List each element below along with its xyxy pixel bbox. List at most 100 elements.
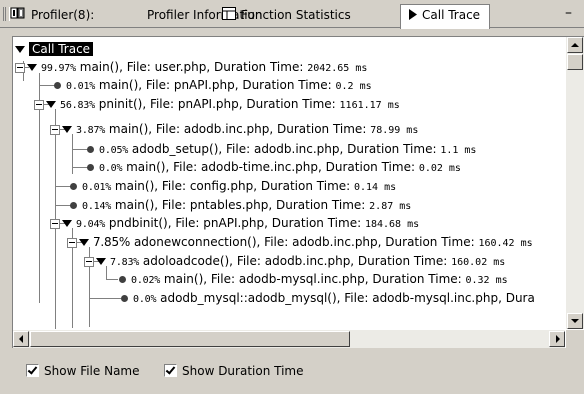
node-duration: 2.87 ms: [369, 201, 412, 212]
node-label: main(), File: adodb-time.inc.php, Durati…: [122, 160, 419, 174]
node-percent: 0.14%: [82, 201, 112, 212]
node-percent: 0.02%: [131, 275, 161, 286]
show-file-name-checkbox[interactable]: Show File Name: [26, 364, 140, 378]
node-label: adodb_setup(), File: adodb.inc.php, Dura…: [128, 142, 441, 156]
leaf-bullet-icon: [121, 295, 128, 302]
leaf-bullet-icon: [119, 276, 126, 283]
node-percent: 3.87%: [76, 125, 106, 136]
node-percent: 0.05%: [99, 145, 129, 156]
tab-stats-label: Function Statistics: [241, 8, 351, 22]
expand-arrow-icon: [46, 101, 56, 108]
minimize-button[interactable]: –: [565, 6, 572, 20]
statistics-icon: [222, 6, 236, 26]
node-percent: 0.0%: [133, 294, 157, 305]
tree-node[interactable]: 56.83% pninit(), File: pnAPI.php, Durati…: [34, 95, 400, 113]
scrollbar-corner: [566, 330, 584, 348]
node-duration: 160.42 ms: [478, 238, 533, 249]
expand-arrow-icon: [79, 239, 89, 246]
node-percent: 0.01%: [82, 182, 112, 193]
leaf-bullet-icon: [87, 164, 94, 171]
node-duration: 160.02 ms: [451, 257, 506, 268]
node-percent: 0.01%: [66, 81, 96, 92]
collapse-toggle-icon[interactable]: [50, 124, 60, 135]
node-percent: 56.83%: [60, 100, 95, 111]
tree-root[interactable]: Call Trace: [15, 40, 94, 58]
call-trace-tree[interactable]: Call Trace 99.97% main(), File: user.php…: [13, 37, 565, 329]
node-duration: 1161.17 ms: [339, 100, 400, 111]
expand-arrow-icon: [27, 64, 37, 71]
node-duration: 1.1 ms: [440, 145, 477, 156]
leaf-bullet-icon: [87, 146, 94, 153]
node-label: pndbinit(), File: pnAPI.php, Duration Ti…: [105, 216, 365, 230]
node-percent: 0.0%: [99, 163, 123, 174]
tree-node[interactable]: 0.05% adodb_setup(), File: adodb.inc.php…: [87, 140, 476, 158]
view-tab-bar: Profiler(8): Profiler Information Functi…: [0, 0, 584, 29]
collapse-toggle-icon[interactable]: [50, 218, 60, 229]
collapse-toggle-icon[interactable]: [34, 99, 44, 110]
expand-arrow-icon: [96, 258, 106, 265]
expand-arrow-icon: [62, 126, 72, 133]
tree-node[interactable]: 9.04% pndbinit(), File: pnAPI.php, Durat…: [50, 214, 419, 232]
tree-node[interactable]: 0.0% adodb_mysql::adodb_mysql(), File: a…: [121, 289, 535, 307]
node-label: main(), File: config.php, Duration Time:: [111, 179, 354, 193]
expand-arrow-icon[interactable]: [15, 46, 25, 53]
scroll-left-button[interactable]: [13, 331, 29, 347]
node-percent: 99.97%: [41, 63, 76, 74]
collapse-toggle-icon[interactable]: [67, 237, 77, 248]
node-duration: 0.32 ms: [465, 275, 508, 286]
horizontal-scroll-thumb[interactable]: [30, 331, 350, 347]
node-label: main(), File: adodb.inc.php, Duration Ti…: [105, 122, 371, 136]
tree-node[interactable]: 0.14% main(), File: pntables.php, Durati…: [70, 196, 411, 214]
tab-profiler[interactable]: Profiler(8):: [10, 5, 94, 27]
leaf-bullet-icon: [70, 202, 77, 209]
tab-call-trace[interactable]: Call Trace: [400, 4, 490, 29]
tree-node[interactable]: 0.0% main(), File: adodb-time.inc.php, D…: [87, 158, 461, 176]
leaf-bullet-icon: [54, 82, 61, 89]
node-label: pninit(), File: pnAPI.php, Duration Time…: [94, 97, 340, 111]
node-label: main(), File: pntables.php, Duration Tim…: [111, 198, 370, 212]
vertical-scroll-thumb[interactable]: [567, 54, 583, 70]
node-label: adodb_mysql::adodb_mysql(), File: adodb-…: [156, 291, 535, 305]
node-duration: 2042.65 ms: [307, 63, 368, 74]
tree-node[interactable]: 7.83% adoloadcode(), File: adodb.inc.php…: [84, 252, 505, 270]
node-duration: 0.2 ms: [335, 81, 372, 92]
node-label: adonewconnection(), File: adodb.inc.php,…: [130, 235, 479, 249]
tree-node[interactable]: 0.01% main(), File: config.php, Duration…: [70, 177, 396, 195]
tree-root-label: Call Trace: [29, 42, 94, 56]
node-label: main(), File: pnAPI.php, Duration Time:: [95, 78, 336, 92]
node-label: main(), File: user.php, Duration Time:: [75, 60, 308, 74]
scroll-up-button[interactable]: [567, 37, 583, 53]
node-label: adoloadcode(), File: adodb.inc.php, Dura…: [139, 254, 452, 268]
display-options: Show File Name Show Duration Time: [0, 352, 584, 394]
scroll-down-button[interactable]: [567, 313, 583, 329]
node-label: main(), File: adodb-mysql.inc.php, Durat…: [160, 272, 466, 286]
node-percent: 9.04%: [76, 219, 106, 230]
vertical-scrollbar[interactable]: [566, 37, 584, 329]
horizontal-scrollbar[interactable]: [13, 330, 565, 348]
call-trace-icon: [409, 6, 417, 26]
node-percent: 7.85%: [93, 235, 131, 249]
call-trace-panel: Call Trace 99.97% main(), File: user.php…: [12, 36, 584, 348]
tab-profiler-label: Profiler(8):: [31, 8, 95, 22]
tree-node[interactable]: 0.01% main(), File: pnAPI.php, Duration …: [54, 76, 372, 94]
node-duration: 0.02 ms: [418, 163, 461, 174]
collapse-toggle-icon[interactable]: [84, 256, 94, 267]
scroll-right-button[interactable]: [549, 331, 565, 347]
tab-trace-label: Call Trace: [422, 8, 481, 22]
tree-node[interactable]: 99.97% main(), File: user.php, Duration …: [15, 58, 367, 76]
collapse-toggle-icon[interactable]: [15, 62, 25, 73]
toolbar-grip[interactable]: [3, 7, 10, 21]
checkbox-checked-icon[interactable]: [26, 364, 39, 377]
show-file-name-label: Show File Name: [44, 364, 140, 378]
node-duration: 184.68 ms: [364, 219, 420, 230]
show-duration-time-checkbox[interactable]: Show Duration Time: [164, 364, 304, 378]
show-duration-time-label: Show Duration Time: [182, 364, 304, 378]
tree-node[interactable]: 0.02% main(), File: adodb-mysql.inc.php,…: [119, 270, 508, 288]
tree-node-partial: [89, 313, 449, 321]
tab-function-statistics[interactable]: Function Statistics: [222, 5, 351, 27]
node-percent: 7.83%: [110, 257, 140, 268]
checkbox-checked-icon[interactable]: [164, 364, 177, 377]
tree-node[interactable]: 7.85% adonewconnection(), File: adodb.in…: [67, 233, 533, 251]
profiler-icon: [10, 6, 26, 26]
tree-node[interactable]: 3.87% main(), File: adodb.inc.php, Durat…: [50, 120, 418, 138]
